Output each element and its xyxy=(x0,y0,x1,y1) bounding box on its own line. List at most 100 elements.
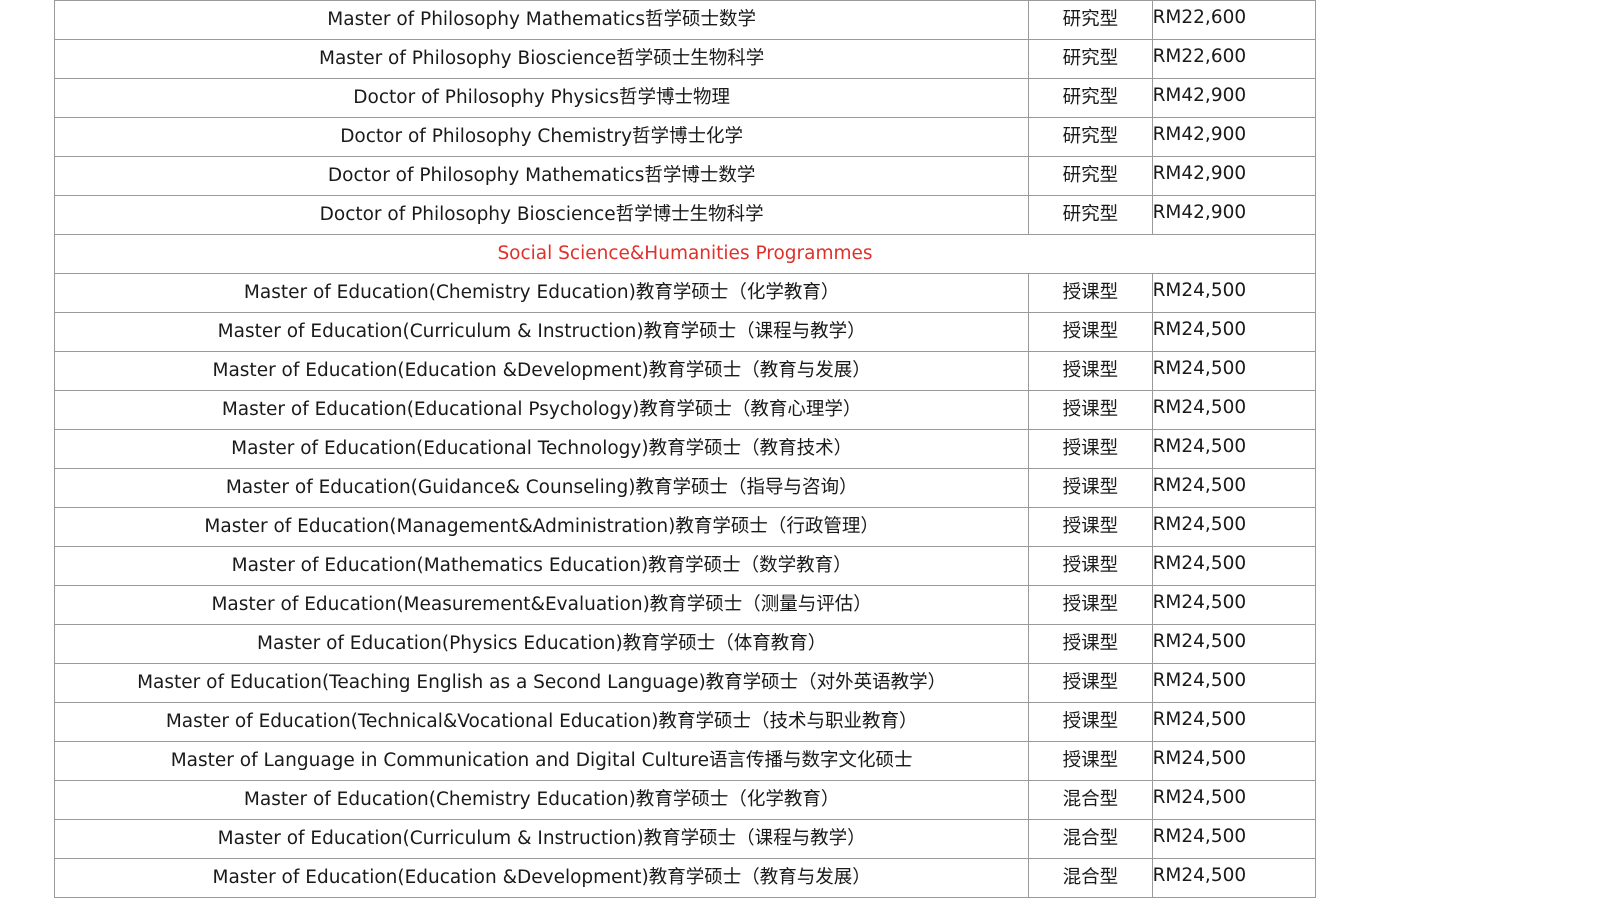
programme-type-cell: 研究型 xyxy=(1028,78,1153,118)
programme-type: 混合型 xyxy=(1062,789,1119,810)
programme-name-cell: Master of Education(Education &Developme… xyxy=(53,351,1030,391)
programme-type-cell: 授课型 xyxy=(1028,741,1153,781)
programme-name: Doctor of Philosophy Bioscience哲学博士生物科学 xyxy=(319,204,764,225)
programme-name: Master of Education(Mathematics Educatio… xyxy=(231,555,852,576)
programme-name-cell: Master of Education(Management&Administr… xyxy=(53,507,1030,547)
tuition-fee-cell: RM24,500 xyxy=(1151,546,1317,586)
programme-name-cell: Master of Education(Educational Psycholo… xyxy=(53,390,1030,430)
programme-name: Master of Education(Chemistry Education)… xyxy=(243,282,840,303)
programme-type: 授课型 xyxy=(1062,438,1119,459)
programme-name: Master of Education(Physics Education)教育… xyxy=(257,633,827,654)
table-row: Doctor of Philosophy Mathematics哲学博士数学 研… xyxy=(53,156,1317,196)
programme-name: Master of Philosophy Bioscience哲学硕士生物科学 xyxy=(319,48,765,69)
programme-type-cell: 混合型 xyxy=(1028,780,1153,820)
programme-type-cell: 授课型 xyxy=(1028,507,1153,547)
programme-type-cell: 授课型 xyxy=(1028,390,1153,430)
tuition-fee: RM22,600 xyxy=(1152,7,1247,28)
table-row: Master of Philosophy Bioscience哲学硕士生物科学 … xyxy=(53,39,1317,79)
programme-name: Master of Education(Education &Developme… xyxy=(212,867,871,888)
table-row: Master of Education(Chemistry Education)… xyxy=(53,273,1317,313)
programme-type-cell: 研究型 xyxy=(1028,195,1153,235)
programme-type-cell: 授课型 xyxy=(1028,429,1153,469)
programme-type: 研究型 xyxy=(1062,165,1119,186)
programme-type: 授课型 xyxy=(1062,399,1119,420)
programme-type: 授课型 xyxy=(1062,360,1119,381)
tuition-fee: RM24,500 xyxy=(1152,436,1247,457)
tuition-fee-cell: RM24,500 xyxy=(1151,702,1317,742)
tuition-fee: RM24,500 xyxy=(1152,553,1247,574)
programme-type-cell: 授课型 xyxy=(1028,312,1153,352)
table-row: Master of Education(Curriculum & Instruc… xyxy=(53,312,1317,352)
programme-type: 授课型 xyxy=(1062,282,1119,303)
programme-type: 研究型 xyxy=(1062,9,1119,30)
tuition-fee-cell: RM24,500 xyxy=(1151,780,1317,820)
tuition-fee: RM24,500 xyxy=(1152,631,1247,652)
programme-type-cell: 研究型 xyxy=(1028,156,1153,196)
programme-type: 混合型 xyxy=(1062,828,1119,849)
programme-type-cell: 授课型 xyxy=(1028,351,1153,391)
programme-type: 授课型 xyxy=(1062,321,1119,342)
table-row: Master of Education(Educational Psycholo… xyxy=(53,390,1317,430)
programme-type: 研究型 xyxy=(1062,48,1119,69)
programme-name-cell: Master of Education(Chemistry Education)… xyxy=(53,780,1030,820)
tuition-fee-cell: RM24,500 xyxy=(1151,351,1317,391)
table-row: Master of Education(Educational Technolo… xyxy=(53,429,1317,469)
tuition-fee: RM42,900 xyxy=(1152,85,1247,106)
programme-name-cell: Master of Language in Communication and … xyxy=(53,741,1030,781)
programme-type: 授课型 xyxy=(1062,477,1119,498)
programme-name: Doctor of Philosophy Chemistry哲学博士化学 xyxy=(340,126,744,147)
document-page: Master of Philosophy Mathematics哲学硕士数学 研… xyxy=(0,0,1600,898)
programme-name-cell: Doctor of Philosophy Chemistry哲学博士化学 xyxy=(53,117,1030,157)
table-body: Master of Philosophy Mathematics哲学硕士数学 研… xyxy=(53,0,1317,898)
tuition-fee-cell: RM22,600 xyxy=(1151,39,1317,79)
programme-name: Master of Language in Communication and … xyxy=(170,750,913,771)
programme-type-cell: 授课型 xyxy=(1028,702,1153,742)
table-row: Master of Education(Technical&Vocational… xyxy=(53,702,1317,742)
tuition-fee-cell: RM24,500 xyxy=(1151,273,1317,313)
programme-type: 授课型 xyxy=(1062,672,1119,693)
programme-name-cell: Master of Education(Curriculum & Instruc… xyxy=(53,819,1030,859)
tuition-fee-cell: RM24,500 xyxy=(1151,819,1317,859)
programme-name: Master of Education(Measurement&Evaluati… xyxy=(211,594,872,615)
programme-name-cell: Master of Education(Mathematics Educatio… xyxy=(53,546,1030,586)
tuition-fee-cell: RM42,900 xyxy=(1151,78,1317,118)
programme-type: 研究型 xyxy=(1062,126,1119,147)
table-row: Master of Education(Measurement&Evaluati… xyxy=(53,585,1317,625)
programme-name: Doctor of Philosophy Mathematics哲学博士数学 xyxy=(327,165,756,186)
tuition-fee: RM24,500 xyxy=(1152,709,1247,730)
programme-name-cell: Master of Philosophy Bioscience哲学硕士生物科学 xyxy=(53,39,1030,79)
programme-type: 混合型 xyxy=(1062,867,1119,888)
programme-type: 授课型 xyxy=(1062,750,1119,771)
table-row: Master of Education(Guidance& Counseling… xyxy=(53,468,1317,508)
table-row: Doctor of Philosophy Chemistry哲学博士化学 研究型… xyxy=(53,117,1317,157)
table-row: Master of Philosophy Mathematics哲学硕士数学 研… xyxy=(53,0,1317,40)
programme-name: Master of Education(Guidance& Counseling… xyxy=(225,477,858,498)
tuition-fee: RM24,500 xyxy=(1152,358,1247,379)
tuition-fee: RM24,500 xyxy=(1152,826,1247,847)
tuition-fee-cell: RM24,500 xyxy=(1151,663,1317,703)
programme-type: 授课型 xyxy=(1062,516,1119,537)
programme-name-cell: Master of Education(Curriculum & Instruc… xyxy=(53,312,1030,352)
programme-name: Master of Education(Chemistry Education)… xyxy=(243,789,840,810)
table-row: Master of Education(Education &Developme… xyxy=(53,351,1317,391)
programme-name: Master of Education(Technical&Vocational… xyxy=(165,711,918,732)
section-heading-row: Social Science&Humanities Programmes xyxy=(54,234,1316,274)
programme-name-cell: Doctor of Philosophy Bioscience哲学博士生物科学 xyxy=(53,195,1030,235)
programme-name-cell: Master of Education(Teaching English as … xyxy=(53,663,1030,703)
programme-type: 授课型 xyxy=(1062,555,1119,576)
programme-name: Master of Education(Educational Technolo… xyxy=(231,438,853,459)
tuition-fee-cell: RM42,900 xyxy=(1151,195,1317,235)
tuition-fee: RM24,500 xyxy=(1152,748,1247,769)
table-row: Master of Education(Education &Developme… xyxy=(53,858,1317,898)
programme-name: Master of Philosophy Mathematics哲学硕士数学 xyxy=(327,9,756,30)
table-row: Master of Education(Physics Education)教育… xyxy=(53,624,1317,664)
programme-name: Master of Education(Educational Psycholo… xyxy=(221,399,862,420)
programme-type-cell: 授课型 xyxy=(1028,624,1153,664)
programme-name-cell: Master of Education(Education &Developme… xyxy=(53,858,1030,898)
section-heading-cell: Social Science&Humanities Programmes xyxy=(54,234,1316,274)
tuition-fee-cell: RM24,500 xyxy=(1151,624,1317,664)
programme-type-cell: 授课型 xyxy=(1028,468,1153,508)
tuition-fee: RM24,500 xyxy=(1152,319,1247,340)
tuition-fee: RM24,500 xyxy=(1152,592,1247,613)
programme-name: Master of Education(Management&Administr… xyxy=(204,516,879,537)
